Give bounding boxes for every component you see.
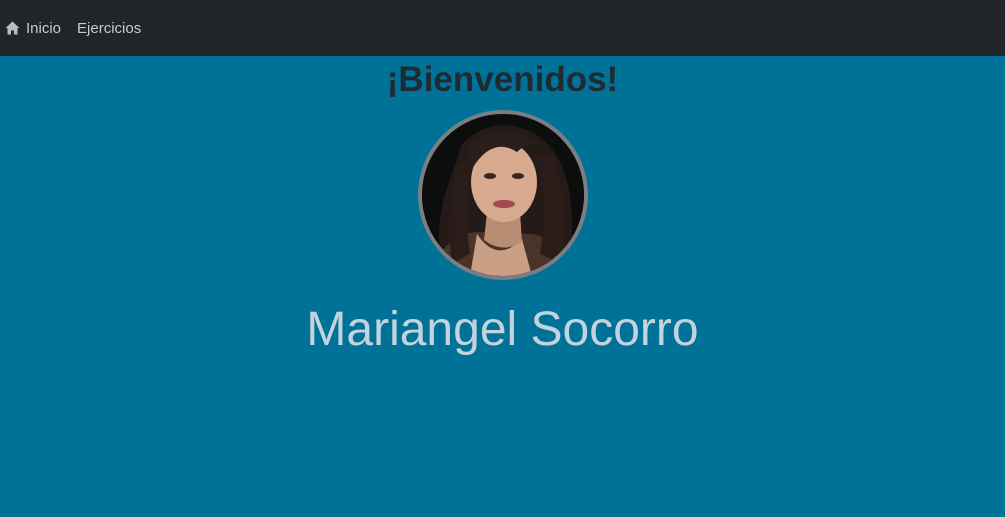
- profile-photo: [422, 114, 584, 276]
- welcome-title: ¡Bienvenidos!: [386, 60, 619, 99]
- top-navbar: Inicio Ejercicios: [0, 0, 1005, 56]
- nav-link-ejercicios[interactable]: Ejercicios: [77, 0, 141, 56]
- home-icon: [5, 21, 20, 35]
- nav-link-inicio[interactable]: Inicio: [5, 0, 61, 56]
- nav-link-inicio-label: Inicio: [26, 19, 62, 37]
- profile-name: Mariangel Socorro: [306, 303, 699, 356]
- profile-avatar: [418, 110, 588, 280]
